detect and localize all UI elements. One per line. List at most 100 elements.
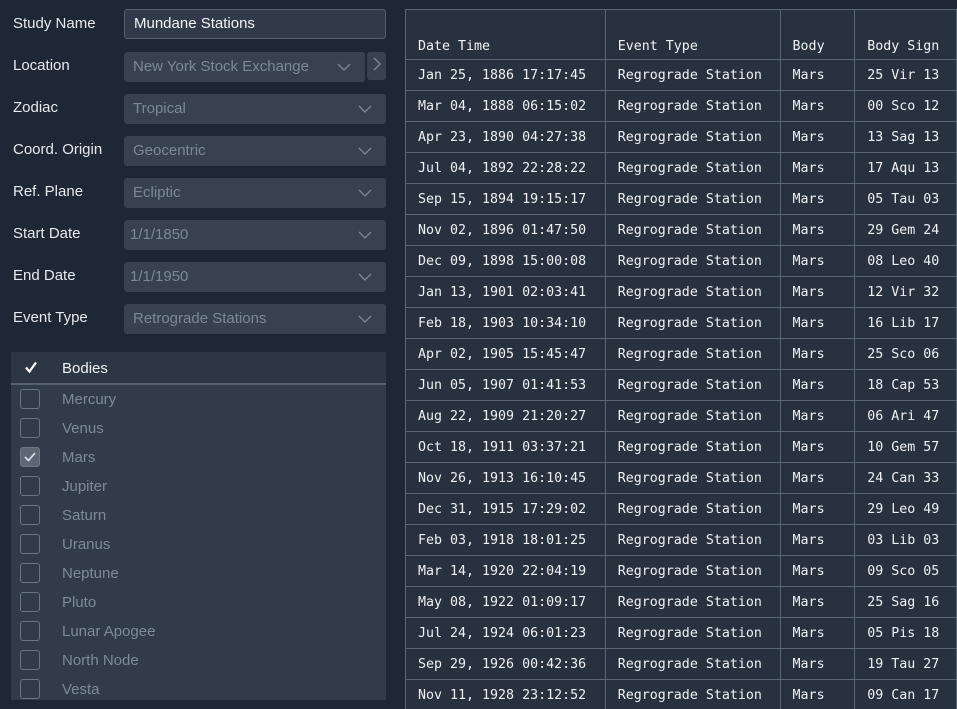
list-item[interactable]: Vesta (11, 675, 386, 700)
cell-event-type: Regrograde Station (604, 431, 781, 463)
cell-event-type: Regrograde Station (604, 121, 781, 153)
table-row[interactable]: Sep 15, 1894 19:15:17 Regrograde Station M… (405, 183, 957, 215)
table-row[interactable]: Mar 14, 1920 22:04:19 Regrograde Station M… (405, 555, 957, 587)
table-row[interactable]: Mar 04, 1888 06:15:02 Regrograde Station M… (405, 90, 957, 122)
cell-body-sign: 13 Sag 13 (854, 121, 957, 153)
table-row[interactable]: Feb 18, 1903 10:34:10 Regrograde Station M… (405, 307, 957, 339)
cell-date-time: Apr 23, 1890 04:27:38 (405, 121, 606, 153)
table-row[interactable]: Dec 31, 1915 17:29:02 Regrograde Station M… (405, 493, 957, 525)
checkbox[interactable] (20, 592, 40, 612)
results-table: Date Time Event Type Body Body Sign Jan … (405, 9, 957, 709)
list-item-label: Saturn (62, 507, 107, 524)
cell-date-time: Nov 11, 1928 23:12:52 (405, 679, 606, 709)
checkbox[interactable] (20, 534, 40, 554)
ref-plane-dropdown[interactable]: Ecliptic (124, 178, 386, 208)
cell-date-time: May 08, 1922 01:09:17 (405, 586, 606, 618)
list-item-label: Pluto (62, 594, 97, 611)
cell-body-sign: 17 Aqu 13 (854, 152, 957, 184)
cell-date-time: Jul 04, 1892 22:28:22 (405, 152, 606, 184)
checkbox[interactable] (20, 447, 40, 467)
zodiac-dropdown[interactable]: Tropical (124, 94, 386, 124)
list-item[interactable]: Jupiter (11, 472, 386, 501)
location-dropdown[interactable]: New York Stock Exchange (124, 52, 365, 82)
column-header-body-sign[interactable]: Body Sign (854, 9, 957, 60)
list-item[interactable]: Pluto (11, 588, 386, 617)
checkbox[interactable] (20, 679, 40, 699)
list-item[interactable]: Mercury (11, 385, 386, 414)
list-item[interactable]: Saturn (11, 501, 386, 530)
cell-body: Mars (779, 400, 856, 432)
table-row[interactable]: Jun 05, 1907 01:41:53 Regrograde Station M… (405, 369, 957, 401)
table-row[interactable]: Sep 29, 1926 00:42:36 Regrograde Station M… (405, 648, 957, 680)
table-row[interactable]: Apr 02, 1905 15:45:47 Regrograde Station M… (405, 338, 957, 370)
checkbox[interactable] (20, 621, 40, 641)
cell-date-time: Feb 18, 1903 10:34:10 (405, 307, 606, 339)
cell-event-type: Regrograde Station (604, 679, 781, 709)
cell-body: Mars (779, 586, 856, 618)
cell-event-type: Regrograde Station (604, 152, 781, 184)
list-item-label: Vesta (62, 681, 100, 698)
checkbox[interactable] (20, 650, 40, 670)
list-item[interactable]: Mars (11, 443, 386, 472)
cell-body-sign: 05 Tau 03 (854, 183, 957, 215)
table-row[interactable]: Feb 03, 1918 18:01:25 Regrograde Station M… (405, 524, 957, 556)
table-row[interactable]: Nov 11, 1928 23:12:52 Regrograde Station M… (405, 679, 957, 709)
cell-event-type: Regrograde Station (604, 245, 781, 277)
cell-date-time: Dec 09, 1898 15:00:08 (405, 245, 606, 277)
list-item[interactable]: North Node (11, 646, 386, 675)
ref-plane-value: Ecliptic (133, 184, 181, 201)
location-expand-button[interactable] (367, 52, 386, 80)
cell-date-time: Nov 26, 1913 16:10:45 (405, 462, 606, 494)
end-date-picker[interactable]: 1/1/1950 (124, 262, 386, 292)
cell-body: Mars (779, 679, 856, 709)
check-icon[interactable] (24, 360, 38, 379)
event-type-label: Event Type (13, 309, 88, 326)
table-row[interactable]: Nov 26, 1913 16:10:45 Regrograde Station M… (405, 462, 957, 494)
cell-body: Mars (779, 152, 856, 184)
list-item[interactable]: Lunar Apogee (11, 617, 386, 646)
zodiac-label: Zodiac (13, 99, 59, 116)
cell-date-time: Jul 24, 1924 06:01:23 (405, 617, 606, 649)
table-row[interactable]: Jan 25, 1886 17:17:45 Regrograde Station M… (405, 59, 957, 91)
cell-event-type: Regrograde Station (604, 276, 781, 308)
table-row[interactable]: Apr 23, 1890 04:27:38 Regrograde Station M… (405, 121, 957, 153)
column-header-body[interactable]: Body (779, 9, 856, 60)
event-type-dropdown[interactable]: Retrograde Stations (124, 304, 386, 334)
checkbox[interactable] (20, 563, 40, 583)
cell-event-type: Regrograde Station (604, 59, 781, 91)
column-header-date-time[interactable]: Date Time (405, 9, 606, 60)
coord-origin-dropdown[interactable]: Geocentric (124, 136, 386, 166)
location-label: Location (13, 57, 70, 74)
coord-origin-value: Geocentric (133, 142, 206, 159)
table-row[interactable]: Nov 02, 1896 01:47:50 Regrograde Station M… (405, 214, 957, 246)
table-row[interactable]: Aug 22, 1909 21:20:27 Regrograde Station M… (405, 400, 957, 432)
list-item[interactable]: Venus (11, 414, 386, 443)
cell-body: Mars (779, 462, 856, 494)
table-row[interactable]: Jul 04, 1892 22:28:22 Regrograde Station M… (405, 152, 957, 184)
table-row[interactable]: May 08, 1922 01:09:17 Regrograde Station M… (405, 586, 957, 618)
cell-date-time: Oct 18, 1911 03:37:21 (405, 431, 606, 463)
cell-event-type: Regrograde Station (604, 369, 781, 401)
cell-body-sign: 29 Leo 49 (854, 493, 957, 525)
cell-body-sign: 12 Vir 32 (854, 276, 957, 308)
list-item[interactable]: Uranus (11, 530, 386, 559)
cell-body-sign: 25 Sag 16 (854, 586, 957, 618)
table-row[interactable]: Dec 09, 1898 15:00:08 Regrograde Station M… (405, 245, 957, 277)
zodiac-value: Tropical (133, 100, 186, 117)
table-row[interactable]: Jan 13, 1901 02:03:41 Regrograde Station M… (405, 276, 957, 308)
cell-event-type: Regrograde Station (604, 90, 781, 122)
list-item[interactable]: Neptune (11, 559, 386, 588)
start-date-picker[interactable]: 1/1/1850 (124, 220, 386, 250)
checkbox[interactable] (20, 505, 40, 525)
checkbox[interactable] (20, 476, 40, 496)
cell-event-type: Regrograde Station (604, 586, 781, 618)
cell-event-type: Regrograde Station (604, 524, 781, 556)
table-row[interactable]: Jul 24, 1924 06:01:23 Regrograde Station M… (405, 617, 957, 649)
column-header-event-type[interactable]: Event Type (604, 9, 781, 60)
bodies-header[interactable]: Bodies (11, 352, 386, 385)
table-row[interactable]: Oct 18, 1911 03:37:21 Regrograde Station M… (405, 431, 957, 463)
study-name-input[interactable]: Mundane Stations (124, 9, 386, 39)
checkbox[interactable] (20, 389, 40, 409)
cell-body: Mars (779, 276, 856, 308)
checkbox[interactable] (20, 418, 40, 438)
